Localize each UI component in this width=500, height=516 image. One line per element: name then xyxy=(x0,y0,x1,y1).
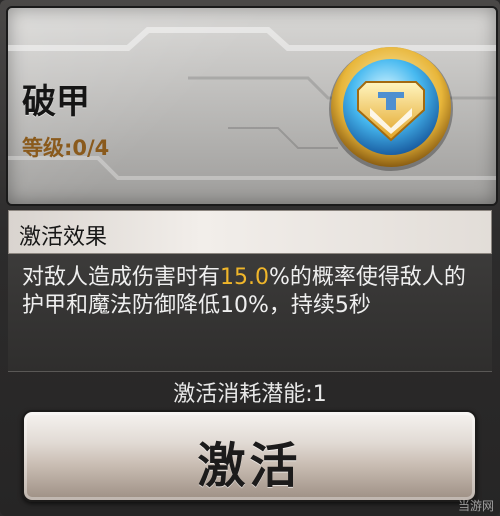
effect-section-header: 激活效果 xyxy=(8,210,492,254)
activation-cost-text: 激活消耗潜能:1 xyxy=(173,382,327,407)
effect-chance-value: 15.0 xyxy=(220,265,269,290)
skill-panel: 破甲 等级:0/4 激活效果 对敌人造成伤害时有15.0%的概率使得敌人的护甲和… xyxy=(0,0,500,516)
skill-header: 破甲 等级:0/4 xyxy=(6,6,498,206)
skill-name: 破甲 xyxy=(22,82,90,122)
activate-button-label: 激活 xyxy=(197,438,302,494)
activation-cost: 激活消耗潜能:1 xyxy=(0,376,500,408)
effect-title: 激活效果 xyxy=(19,225,108,250)
activate-button[interactable]: 激活 xyxy=(22,410,477,502)
watermark: 当游网 xyxy=(457,499,494,513)
skill-level: 等级:0/4 xyxy=(22,136,110,160)
effect-desc-before: 对敌人造成伤害时有 xyxy=(22,265,221,290)
armor-break-emblem-icon xyxy=(329,47,453,171)
effect-description: 对敌人造成伤害时有15.0%的概率使得敌人的护甲和魔法防御降低10%，持续5秒 xyxy=(8,254,492,372)
